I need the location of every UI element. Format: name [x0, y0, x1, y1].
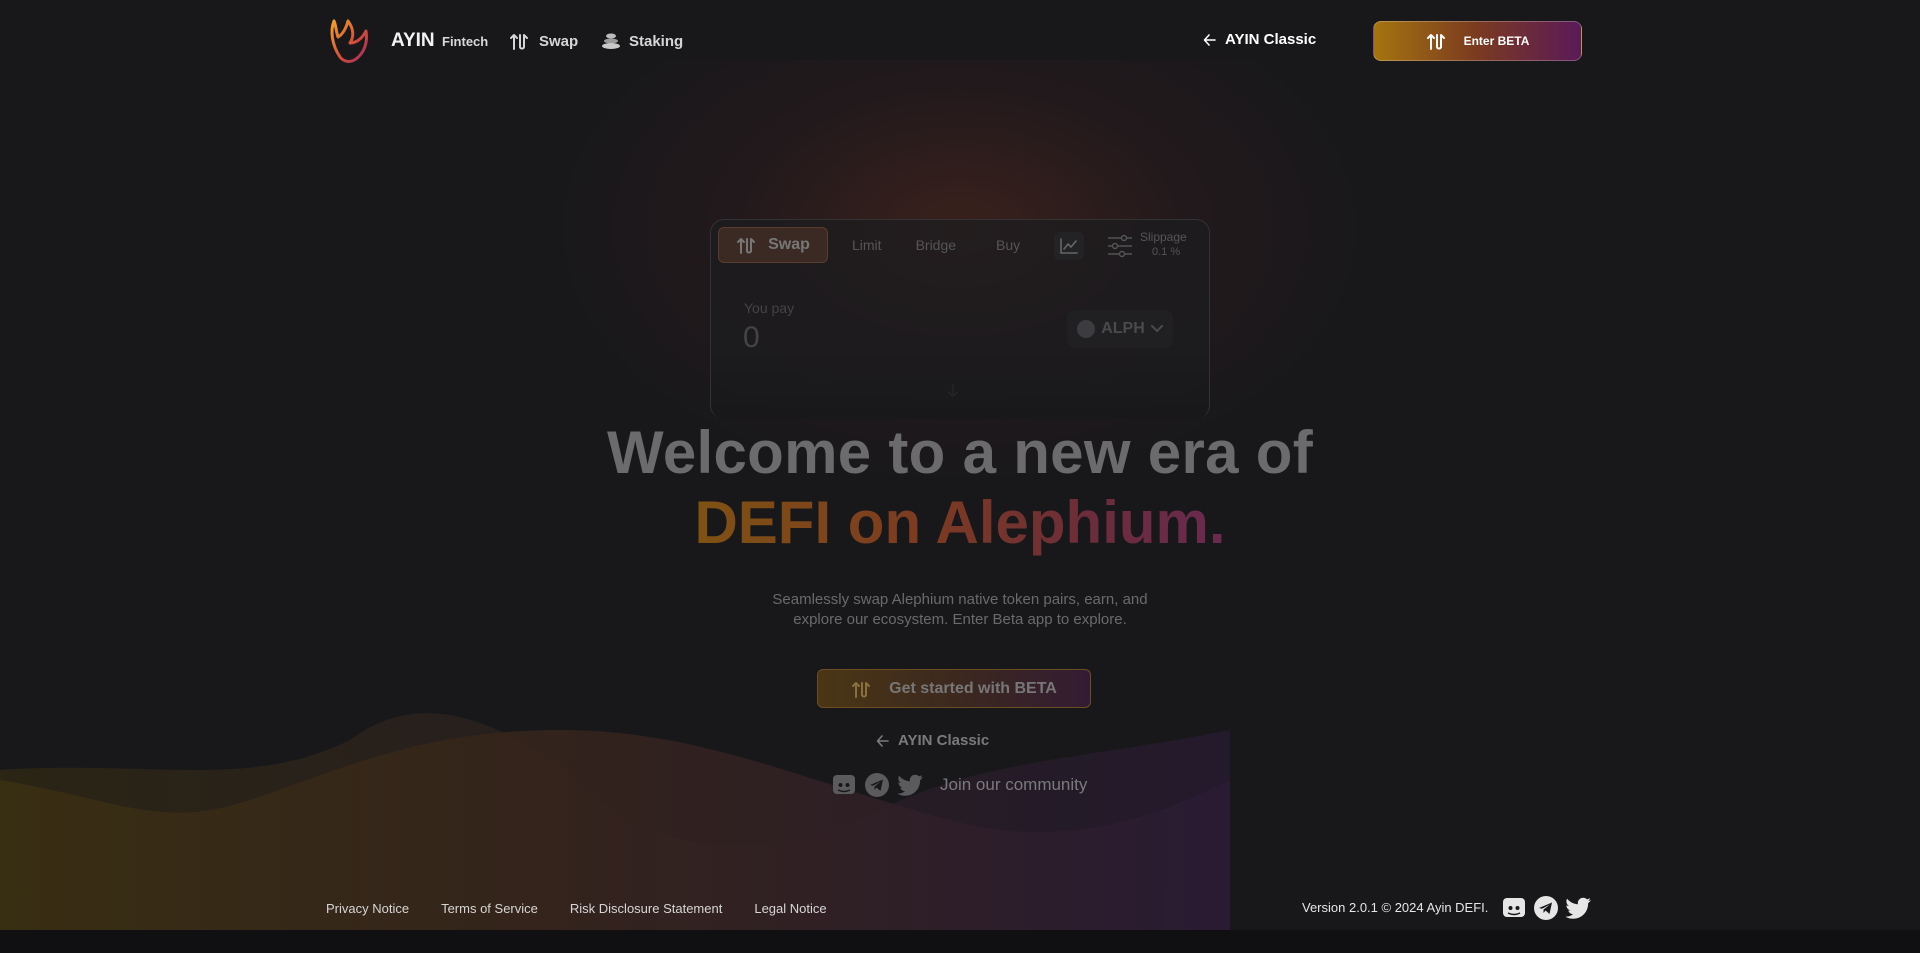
tab-limit[interactable]: Limit [852, 237, 882, 253]
footer-link-risk[interactable]: Risk Disclosure Statement [570, 901, 722, 916]
enter-beta-button[interactable]: Enter BETA [1373, 21, 1582, 61]
card-fade [711, 349, 1209, 419]
arrow-left-icon [876, 734, 889, 747]
tab-bridge[interactable]: Bridge [916, 237, 956, 253]
footer-link-terms[interactable]: Terms of Service [441, 901, 538, 916]
swap-icon [510, 34, 528, 50]
token-select-button[interactable]: ALPH [1067, 310, 1173, 348]
ayin-logo-icon[interactable] [328, 17, 372, 65]
get-started-beta-button[interactable]: Get started with BETA [817, 669, 1091, 708]
tab-swap-label: Swap [768, 236, 810, 253]
brand-subtitle: Fintech [442, 34, 489, 49]
slippage-value: 0.1 % [1152, 246, 1181, 258]
tab-buy[interactable]: Buy [996, 237, 1020, 253]
hero-title-line1: Welcome to a new era of [607, 419, 1313, 486]
ayin-classic-link[interactable]: AYIN Classic [1203, 31, 1316, 48]
settings-sliders-icon[interactable] [1107, 234, 1133, 258]
tab-swap[interactable]: Swap [718, 227, 828, 263]
discord-icon[interactable] [832, 773, 856, 797]
ayin-classic-label: AYIN Classic [1225, 31, 1317, 48]
chevron-down-icon [1150, 325, 1163, 333]
token-symbol: ALPH [1101, 320, 1145, 337]
nav-swap-label: Swap [539, 32, 579, 50]
twitter-icon[interactable] [1566, 897, 1592, 919]
telegram-icon[interactable] [864, 772, 890, 798]
swap-icon [737, 238, 756, 254]
community-row: Join our community [832, 772, 1087, 798]
alph-token-icon [1077, 320, 1096, 338]
footer-links: Privacy Notice Terms of Service Risk Dis… [326, 901, 827, 916]
telegram-icon[interactable] [1533, 895, 1559, 921]
chart-button[interactable] [1054, 232, 1084, 260]
top-header: AYIN Fintech Swap Staking AYIN Classic E… [0, 0, 1920, 84]
you-pay-label: You pay [744, 300, 795, 316]
arrow-left-icon [1203, 33, 1216, 46]
get-started-beta-label: Get started with BETA [889, 679, 1057, 697]
chart-icon [1060, 238, 1078, 254]
swap-icon [1426, 34, 1445, 50]
footer-link-privacy[interactable]: Privacy Notice [326, 901, 409, 916]
nav-swap[interactable]: Swap [509, 29, 578, 53]
bottom-strip [0, 930, 1920, 953]
enter-beta-label: Enter BETA [1463, 34, 1530, 48]
hero-subtitle: Seamlessly swap Alephium native token pa… [772, 591, 1148, 628]
footer-version: Version 2.0.1 © 2024 Ayin DEFI. [1302, 900, 1489, 915]
slippage-label: Slippage [1140, 230, 1187, 244]
twitter-icon[interactable] [898, 774, 924, 796]
hero-title-line2-text: DEFI on Alephium. [694, 489, 1226, 556]
footer-link-legal[interactable]: Legal Notice [754, 901, 826, 916]
footer-social-icons [1502, 895, 1592, 921]
staking-icon [602, 33, 620, 49]
background-waves [0, 713, 1230, 930]
hero-title-line2: DEFI on Alephium. [0, 488, 1920, 557]
nav-staking[interactable]: Staking [601, 29, 683, 53]
nav-staking-label: Staking [629, 32, 684, 50]
swap-card-preview: Swap Limit Bridge Buy Slippage 0.1 % You… [710, 219, 1210, 419]
discord-icon[interactable] [1502, 896, 1526, 920]
brand-name[interactable]: AYIN [391, 30, 435, 52]
join-community-label: Join our community [940, 775, 1088, 794]
swap-card-tabs: Swap Limit Bridge Buy [718, 227, 1020, 263]
page: AYIN Fintech Swap Staking AYIN Classic E… [0, 0, 1920, 930]
hero-ayin-classic-link[interactable]: AYIN Classic [876, 732, 989, 749]
hero-ayin-classic-label: AYIN Classic [898, 732, 990, 749]
swap-icon [852, 681, 871, 698]
